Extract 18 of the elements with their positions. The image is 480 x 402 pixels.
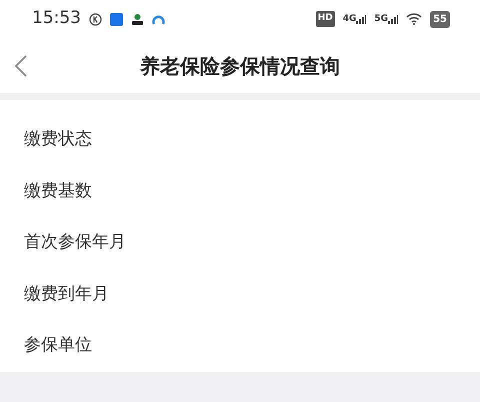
menu-item[interactable]: 缴费基数 — [24, 178, 92, 204]
status-time: 15:53 — [32, 7, 81, 30]
k-circle-icon — [89, 12, 102, 26]
person-icon — [131, 12, 144, 26]
hd-indicator: HD — [316, 11, 335, 27]
app-icon — [110, 12, 123, 26]
signal-icon — [356, 14, 366, 24]
page-title: 养老保险参保情况查询 — [140, 52, 340, 80]
network-type: 5G — [374, 14, 388, 24]
menu-item[interactable]: 参保单位 — [24, 333, 92, 358]
battery-level: 55 — [430, 10, 450, 28]
menu-item[interactable]: 首次参保年月 — [24, 230, 126, 256]
menu-item[interactable]: 缴费状态 — [24, 127, 92, 152]
wifi-icon — [406, 13, 422, 25]
arc-icon — [152, 12, 165, 26]
menu-item[interactable]: 缴费到年月 — [24, 282, 109, 307]
signal-icon — [388, 14, 398, 24]
network-type: 4G — [342, 14, 356, 24]
